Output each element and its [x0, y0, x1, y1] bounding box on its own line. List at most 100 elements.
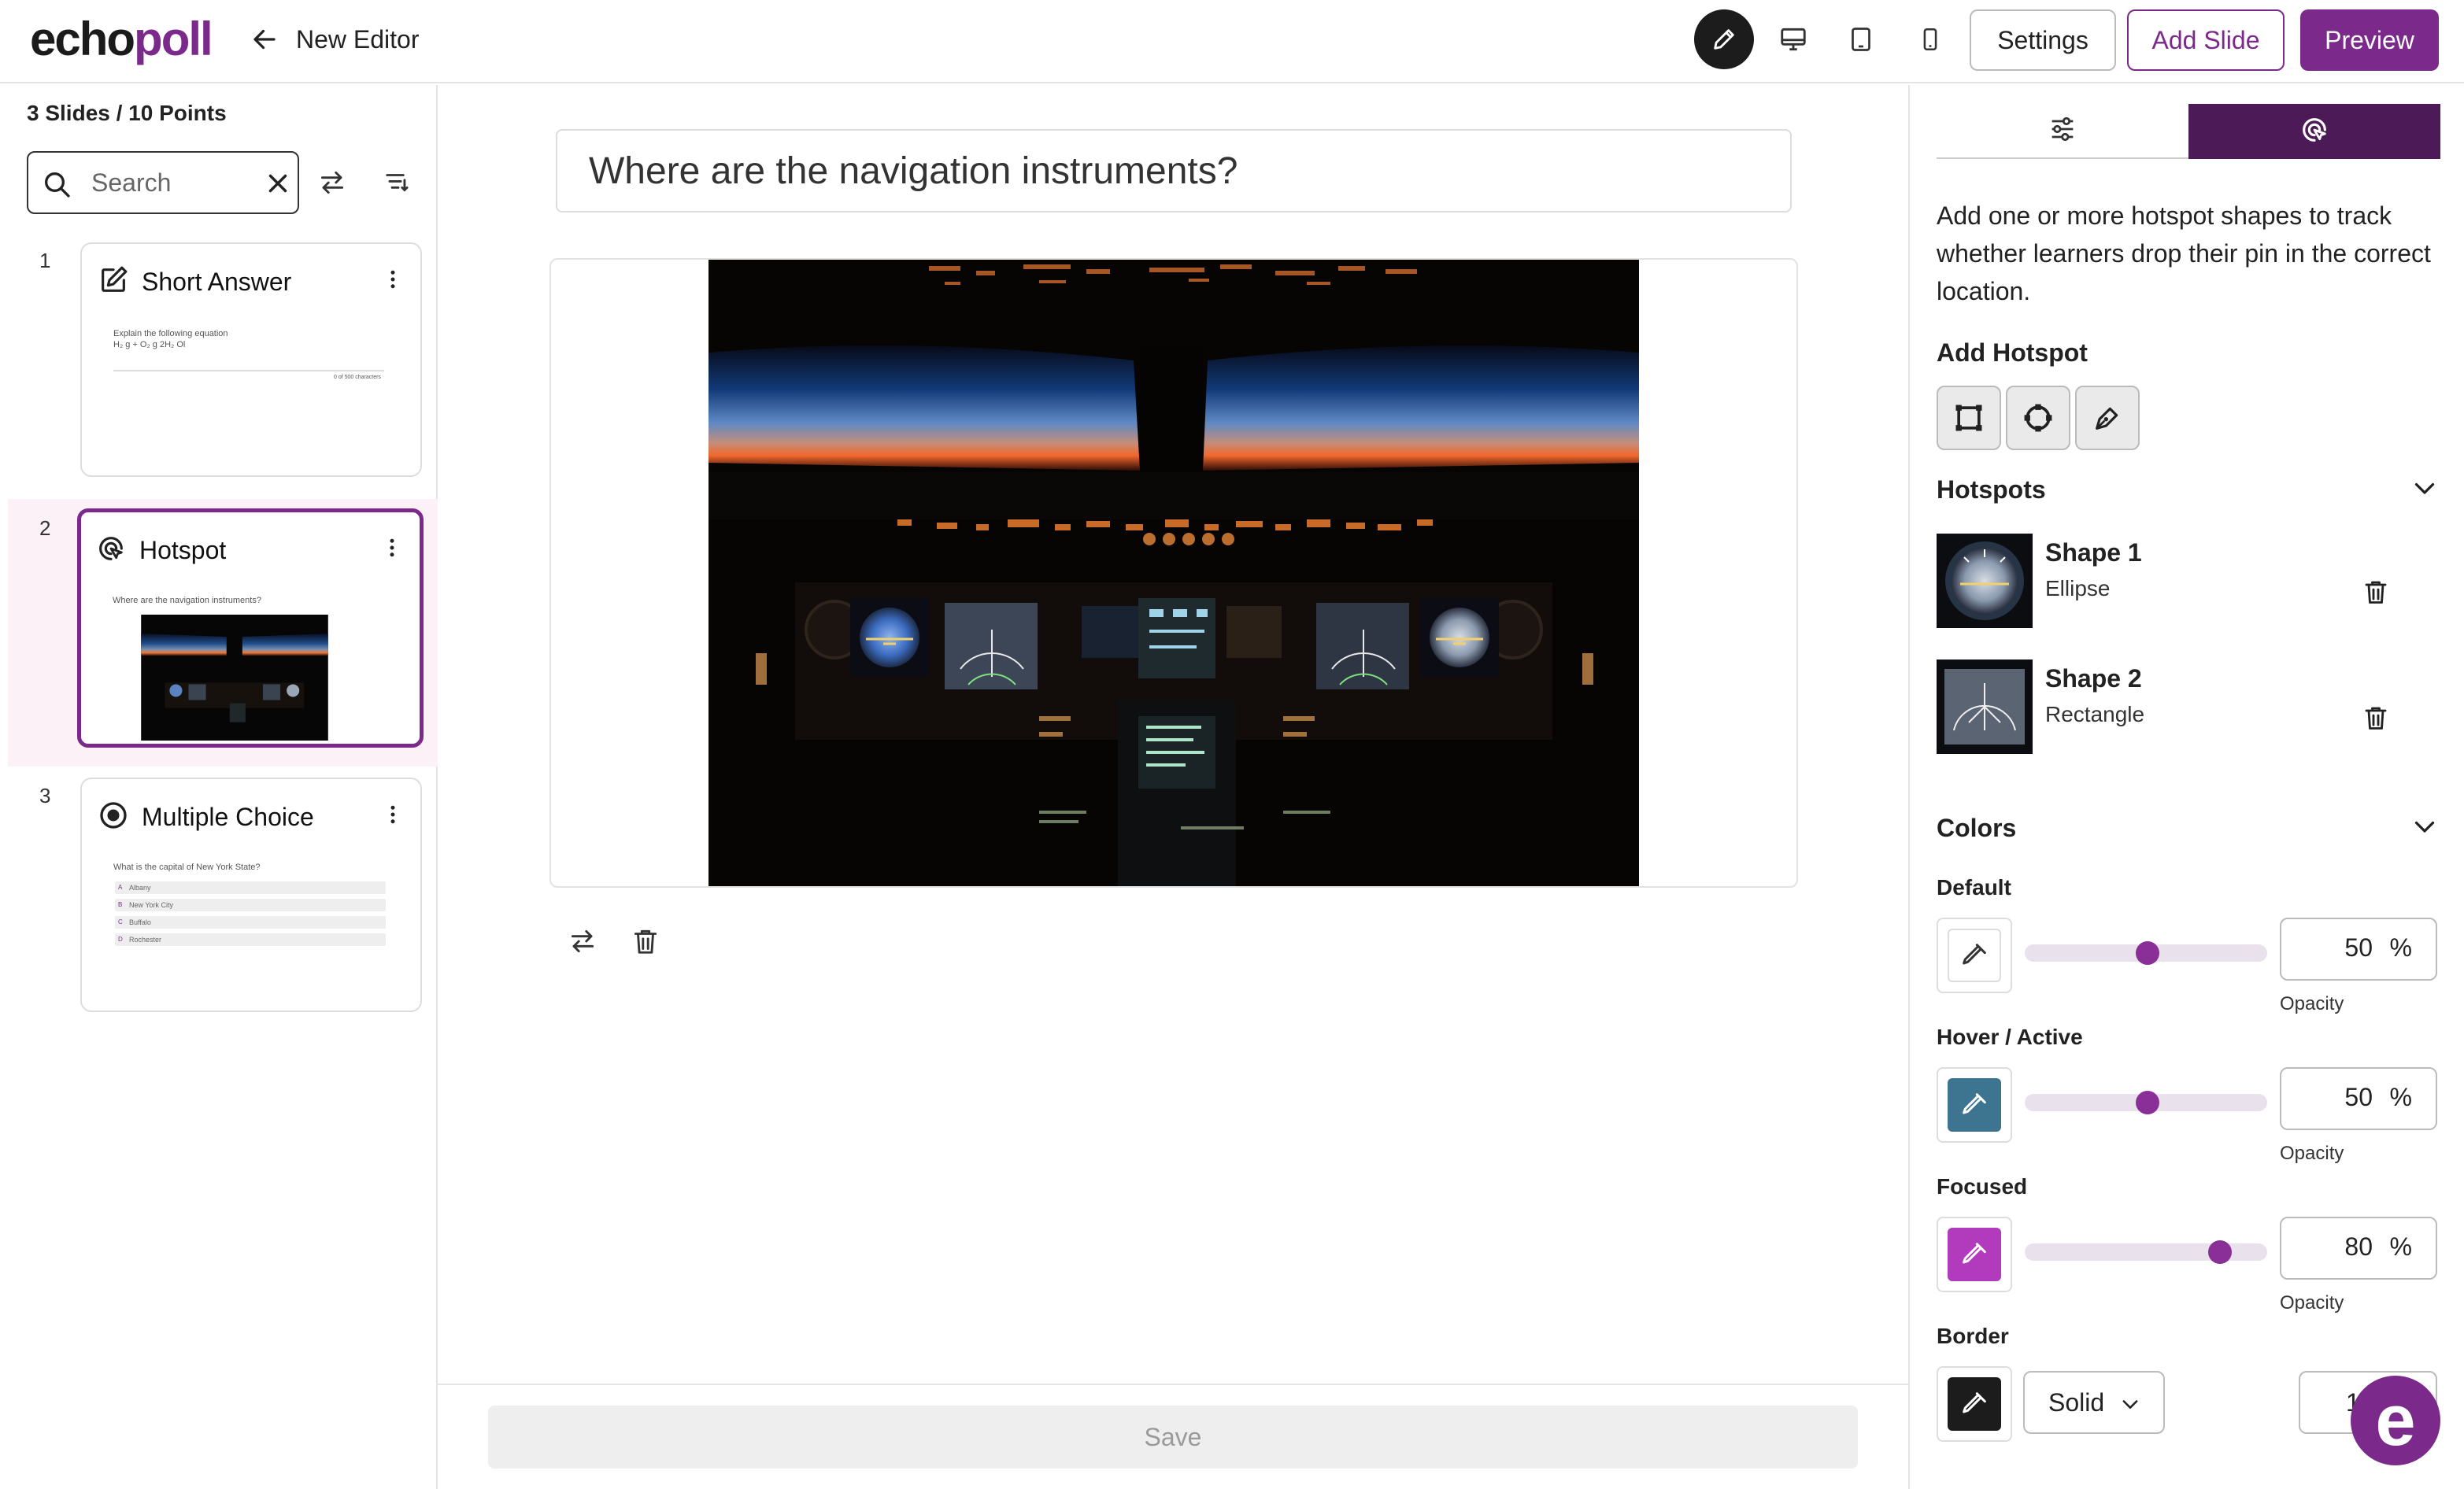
edit-icon	[98, 264, 129, 300]
editor-title[interactable]: New Editor	[296, 22, 420, 57]
mobile-icon[interactable]	[1900, 9, 1960, 69]
border-style-select[interactable]: Solid	[2023, 1371, 2165, 1434]
ellipse-tool-icon[interactable]	[2006, 386, 2070, 450]
pen-tool-icon[interactable]	[2075, 386, 2140, 450]
border-style-value: Solid	[2048, 1388, 2105, 1417]
reorder-icon[interactable]	[313, 164, 351, 201]
percent-sign: %	[2389, 1232, 2412, 1261]
slide-card[interactable]: Hotspot Where are the navigation instrum…	[77, 508, 424, 748]
kebab-menu-icon[interactable]	[381, 801, 405, 832]
opacity-value: 80	[2344, 1232, 2373, 1261]
rectangle-tool-icon[interactable]	[1937, 386, 2001, 450]
eyedropper-icon	[1948, 1377, 2001, 1431]
thumb-formula: H₂ g + O₂ g 2H₂ Ol	[113, 340, 186, 349]
search-box[interactable]	[27, 151, 299, 214]
editor-canvas: Where are the navigation instruments? Sa…	[438, 85, 1908, 1489]
slide-item-3[interactable]: 3 Multiple Choice What is the capital of…	[8, 767, 438, 1034]
tab-hotspot[interactable]	[2188, 104, 2440, 159]
hotspot-description: Add one or more hotspot shapes to track …	[1937, 201, 2431, 305]
color-swatch-default[interactable]	[1937, 918, 2012, 993]
thumb-option: A Albany	[115, 881, 386, 894]
slides-summary: 3 Slides / 10 Points	[27, 101, 227, 125]
colors-heading: Colors	[1937, 814, 2017, 842]
slide-item-2[interactable]: 2 Hotspot Where are the navigation instr…	[8, 499, 438, 767]
pencil-icon[interactable]	[1694, 9, 1754, 69]
slide-title: Hotspot	[139, 536, 227, 564]
thumb-input-line	[113, 370, 384, 371]
tab-settings[interactable]	[1937, 104, 2188, 159]
border-color-swatch[interactable]	[1937, 1366, 2012, 1442]
thumb-question: Explain the following equation	[113, 329, 228, 338]
desktop-icon[interactable]	[1763, 9, 1823, 69]
opacity-caption: Opacity	[2280, 1143, 2344, 1164]
clear-search-icon[interactable]	[263, 168, 293, 202]
border-label: Border	[1937, 1324, 2009, 1348]
slide-item-1[interactable]: 1 Short Answer Explain the following equ…	[8, 231, 438, 499]
chevron-down-icon[interactable]	[2409, 474, 2440, 506]
opacity-input-default[interactable]: 50 %	[2280, 918, 2437, 981]
opacity-input-focused[interactable]: 80 %	[2280, 1217, 2437, 1280]
save-bar: Save	[438, 1384, 1908, 1489]
opacity-slider-hover[interactable]	[2025, 1091, 2267, 1114]
search-input[interactable]	[91, 167, 249, 198]
opacity-caption: Opacity	[2280, 993, 2344, 1014]
percent-sign: %	[2389, 1083, 2412, 1111]
shape-name: Shape 1	[2045, 538, 2142, 567]
thumb-char-count: 0 of 500 characters	[334, 375, 381, 380]
opacity-value: 50	[2344, 933, 2373, 962]
cockpit-image[interactable]	[708, 260, 1639, 886]
color-label-hover: Hover / Active	[1937, 1025, 2083, 1049]
color-swatch-focused[interactable]	[1937, 1217, 2012, 1292]
thumb-option: C Buffalo	[115, 916, 386, 929]
thumb-option: D Rochester	[115, 933, 386, 946]
slider-knob[interactable]	[2136, 1091, 2159, 1114]
slider-knob[interactable]	[2208, 1240, 2232, 1264]
opacity-slider-focused[interactable]	[2025, 1240, 2267, 1264]
slider-knob[interactable]	[2136, 941, 2159, 965]
radio-icon	[98, 800, 129, 835]
shape-name: Shape 2	[2045, 664, 2142, 693]
hotspot-image-frame[interactable]	[549, 258, 1798, 888]
opacity-value: 50	[2344, 1083, 2373, 1111]
slide-card[interactable]: Short Answer Explain the following equat…	[80, 242, 422, 477]
thumb-cockpit-image	[141, 615, 328, 741]
thumb-question: What is the capital of New York State?	[113, 863, 261, 872]
trash-icon[interactable]	[2362, 704, 2390, 736]
sliders-icon	[2047, 113, 2078, 149]
eyedropper-icon	[1948, 1078, 2001, 1132]
kebab-menu-icon[interactable]	[381, 266, 405, 297]
kebab-menu-icon[interactable]	[380, 534, 404, 565]
logo-poll: poll	[134, 13, 213, 65]
shape-thumbnail	[1937, 660, 2033, 754]
slide-title: Multiple Choice	[142, 803, 314, 831]
save-button[interactable]: Save	[488, 1406, 1858, 1469]
tablet-icon[interactable]	[1831, 9, 1891, 69]
add-slide-button[interactable]: Add Slide	[2127, 9, 2285, 71]
slide-number: 3	[39, 784, 51, 807]
thumb-question: Where are the navigation instruments?	[113, 596, 261, 605]
hotspot-icon	[95, 533, 127, 568]
opacity-input-hover[interactable]: 50 %	[2280, 1067, 2437, 1130]
swap-image-icon[interactable]	[562, 921, 603, 962]
color-swatch-hover[interactable]	[1937, 1067, 2012, 1143]
question-input[interactable]: Where are the navigation instruments?	[556, 129, 1792, 212]
filter-icon[interactable]	[379, 164, 417, 201]
thumb-option: B New York City	[115, 899, 386, 911]
slide-card[interactable]: Multiple Choice What is the capital of N…	[80, 778, 422, 1012]
preview-button[interactable]: Preview	[2300, 9, 2439, 71]
help-chat-button[interactable]: e	[2351, 1376, 2440, 1465]
delete-image-icon[interactable]	[625, 921, 666, 962]
slide-number: 1	[39, 249, 51, 272]
eyedropper-icon	[1948, 929, 2001, 982]
opacity-slider-default[interactable]	[2025, 941, 2267, 965]
settings-button[interactable]: Settings	[1970, 9, 2116, 71]
trash-icon[interactable]	[2362, 578, 2390, 610]
properties-panel: Add one or more hotspot shapes to track …	[1908, 85, 2464, 1489]
back-arrow-icon[interactable]	[244, 19, 285, 60]
chevron-down-icon[interactable]	[2409, 812, 2440, 844]
echopoll-logo[interactable]: echopoll	[30, 8, 213, 71]
slides-sidebar: 3 Slides / 10 Points 1 Sh	[0, 85, 438, 1489]
shape-type: Ellipse	[2045, 576, 2111, 600]
search-icon	[41, 168, 72, 204]
shape-type: Rectangle	[2045, 702, 2145, 726]
